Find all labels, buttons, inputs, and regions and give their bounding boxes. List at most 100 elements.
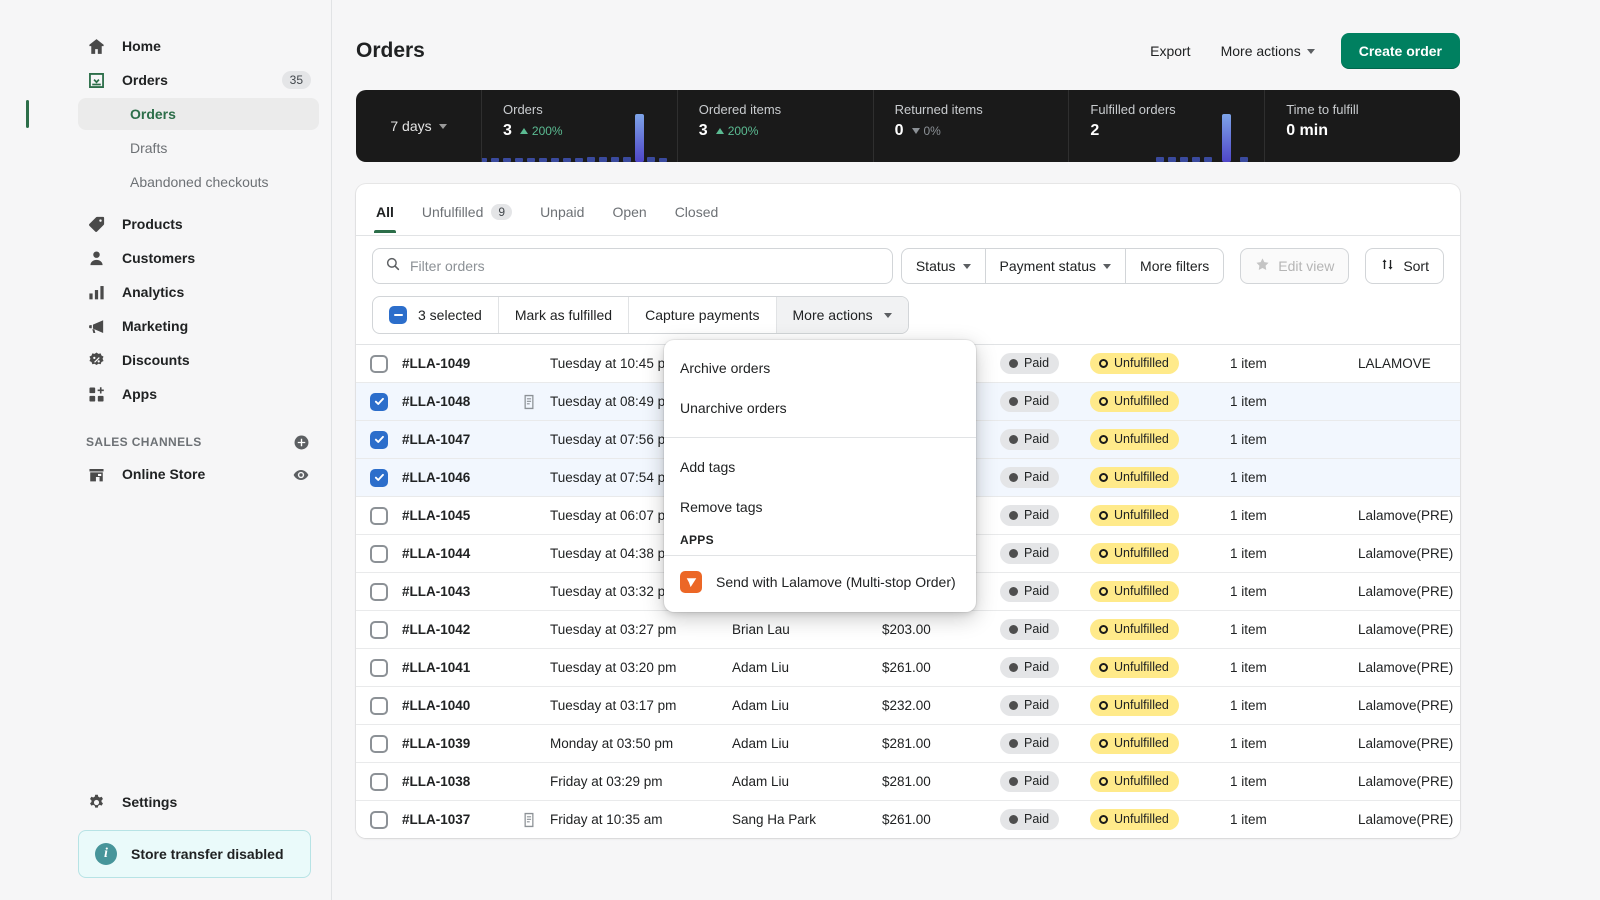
metric-card-orders[interactable]: Orders 3 200% [482,90,678,162]
sidebar-item-settings[interactable]: Settings [78,786,319,818]
row-checkbox-cell[interactable] [356,621,402,639]
row-checkbox[interactable] [370,469,388,487]
row-checkbox[interactable] [370,811,388,829]
table-row[interactable]: #LLA-1041Tuesday at 03:20 pmAdam Liu$261… [356,648,1460,686]
row-checkbox[interactable] [370,545,388,563]
menu-item-send-with-lalamove[interactable]: Send with Lalamove (Multi-stop Order) [664,562,976,602]
metric-card-fulfilled-orders[interactable]: Fulfilled orders 2 [1069,90,1265,162]
row-checkbox[interactable] [370,659,388,677]
search-icon [385,256,401,277]
menu-item-archive-orders[interactable]: Archive orders [664,348,976,388]
row-checkbox[interactable] [370,773,388,791]
order-item-count: 1 item [1230,584,1358,599]
search-field-wrapper[interactable] [372,248,893,284]
menu-item-unarchive-orders[interactable]: Unarchive orders [664,388,976,428]
order-id[interactable]: #LLA-1048 [402,394,522,409]
tab-unpaid[interactable]: Unpaid [528,196,596,232]
edit-view-button[interactable]: Edit view [1240,248,1349,284]
row-checkbox-cell[interactable] [356,355,402,373]
sidebar-item-online-store[interactable]: Online Store [78,458,291,490]
tab-unfulfilled[interactable]: Unfulfilled 9 [410,196,524,232]
sidebar-item-home[interactable]: Home [78,30,319,62]
order-id[interactable]: #LLA-1046 [402,470,522,485]
sidebar-item-analytics[interactable]: Analytics [78,276,319,308]
menu-item-add-tags[interactable]: Add tags [664,447,976,487]
sidebar-item-drafts[interactable]: Drafts [78,132,319,164]
row-checkbox[interactable] [370,355,388,373]
row-checkbox-cell[interactable] [356,545,402,563]
tab-closed[interactable]: Closed [663,196,731,232]
row-checkbox-cell[interactable] [356,697,402,715]
nav-spacer [0,200,331,208]
metrics-period-selector[interactable]: 7 days [356,90,482,162]
metric-card-ordered-items[interactable]: Ordered items 3 200% [678,90,874,162]
eye-icon[interactable] [291,465,311,485]
order-id[interactable]: #LLA-1039 [402,736,522,751]
metric-card-time-to-fulfill[interactable]: Time to fulfill 0 min [1265,90,1460,162]
order-id[interactable]: #LLA-1047 [402,432,522,447]
export-button[interactable]: Export [1138,35,1202,67]
row-checkbox-cell[interactable] [356,469,402,487]
row-checkbox-cell[interactable] [356,507,402,525]
create-order-button[interactable]: Create order [1341,33,1460,69]
table-row[interactable]: #LLA-1042Tuesday at 03:27 pmBrian Lau$20… [356,610,1460,648]
order-id[interactable]: #LLA-1043 [402,584,522,599]
row-checkbox-cell[interactable] [356,811,402,829]
tab-open[interactable]: Open [600,196,658,232]
select-all-cell[interactable]: 3 selected [373,297,499,333]
metric-card-returned-items[interactable]: Returned items 0 0% [874,90,1070,162]
mark-as-fulfilled-button[interactable]: Mark as fulfilled [499,297,629,333]
store-transfer-banner[interactable]: i Store transfer disabled [78,830,311,878]
sidebar-item-apps[interactable]: Apps [78,378,319,410]
order-id[interactable]: #LLA-1040 [402,698,522,713]
sidebar-item-orders[interactable]: Orders 35 [78,64,319,96]
order-id[interactable]: #LLA-1038 [402,774,522,789]
payment-status-filter-button[interactable]: Payment status [985,248,1127,284]
sidebar-item-marketing[interactable]: Marketing [78,310,319,342]
table-row[interactable]: #LLA-1037Friday at 10:35 amSang Ha Park$… [356,800,1460,838]
row-checkbox[interactable] [370,697,388,715]
row-checkbox-cell[interactable] [356,735,402,753]
row-checkbox-cell[interactable] [356,773,402,791]
sidebar-item-orders-sub[interactable]: Orders [78,98,319,130]
row-checkbox[interactable] [370,393,388,411]
payment-status-badge: Paid [1000,543,1090,564]
menu-item-label: Archive orders [680,360,770,376]
tab-all[interactable]: All [364,196,406,232]
row-checkbox[interactable] [370,507,388,525]
sidebar-item-abandoned-checkouts[interactable]: Abandoned checkouts [78,166,319,198]
status-filter-button[interactable]: Status [901,248,986,284]
row-checkbox-cell[interactable] [356,583,402,601]
order-id[interactable]: #LLA-1041 [402,660,522,675]
more-filters-label: More filters [1140,258,1209,274]
search-input[interactable] [410,258,880,274]
order-id[interactable]: #LLA-1045 [402,508,522,523]
row-checkbox[interactable] [370,735,388,753]
order-id[interactable]: #LLA-1042 [402,622,522,637]
more-filters-button[interactable]: More filters [1125,248,1224,284]
order-id[interactable]: #LLA-1037 [402,812,522,827]
sort-button[interactable]: Sort [1365,248,1444,284]
row-checkbox[interactable] [370,431,388,449]
order-id[interactable]: #LLA-1044 [402,546,522,561]
sidebar-item-products[interactable]: Products [78,208,319,240]
status-ring-icon [1099,359,1108,368]
header-more-actions-button[interactable]: More actions [1209,35,1327,67]
row-checkbox-cell[interactable] [356,659,402,677]
row-checkbox[interactable] [370,621,388,639]
order-id[interactable]: #LLA-1049 [402,356,522,371]
tab-label: Closed [675,204,719,220]
row-checkbox-cell[interactable] [356,393,402,411]
plus-circle-icon[interactable] [291,432,311,452]
row-checkbox-cell[interactable] [356,431,402,449]
sidebar-item-discounts[interactable]: Discounts [78,344,319,376]
menu-item-remove-tags[interactable]: Remove tags [664,487,976,527]
capture-payments-button[interactable]: Capture payments [629,297,776,333]
sidebar-item-customers[interactable]: Customers [78,242,319,274]
bulk-more-actions-button[interactable]: More actions [777,297,908,333]
row-checkbox[interactable] [370,583,388,601]
table-row[interactable]: #LLA-1039Monday at 03:50 pmAdam Liu$281.… [356,724,1460,762]
table-row[interactable]: #LLA-1038Friday at 03:29 pmAdam Liu$281.… [356,762,1460,800]
select-all-checkbox[interactable] [389,306,407,324]
table-row[interactable]: #LLA-1040Tuesday at 03:17 pmAdam Liu$232… [356,686,1460,724]
